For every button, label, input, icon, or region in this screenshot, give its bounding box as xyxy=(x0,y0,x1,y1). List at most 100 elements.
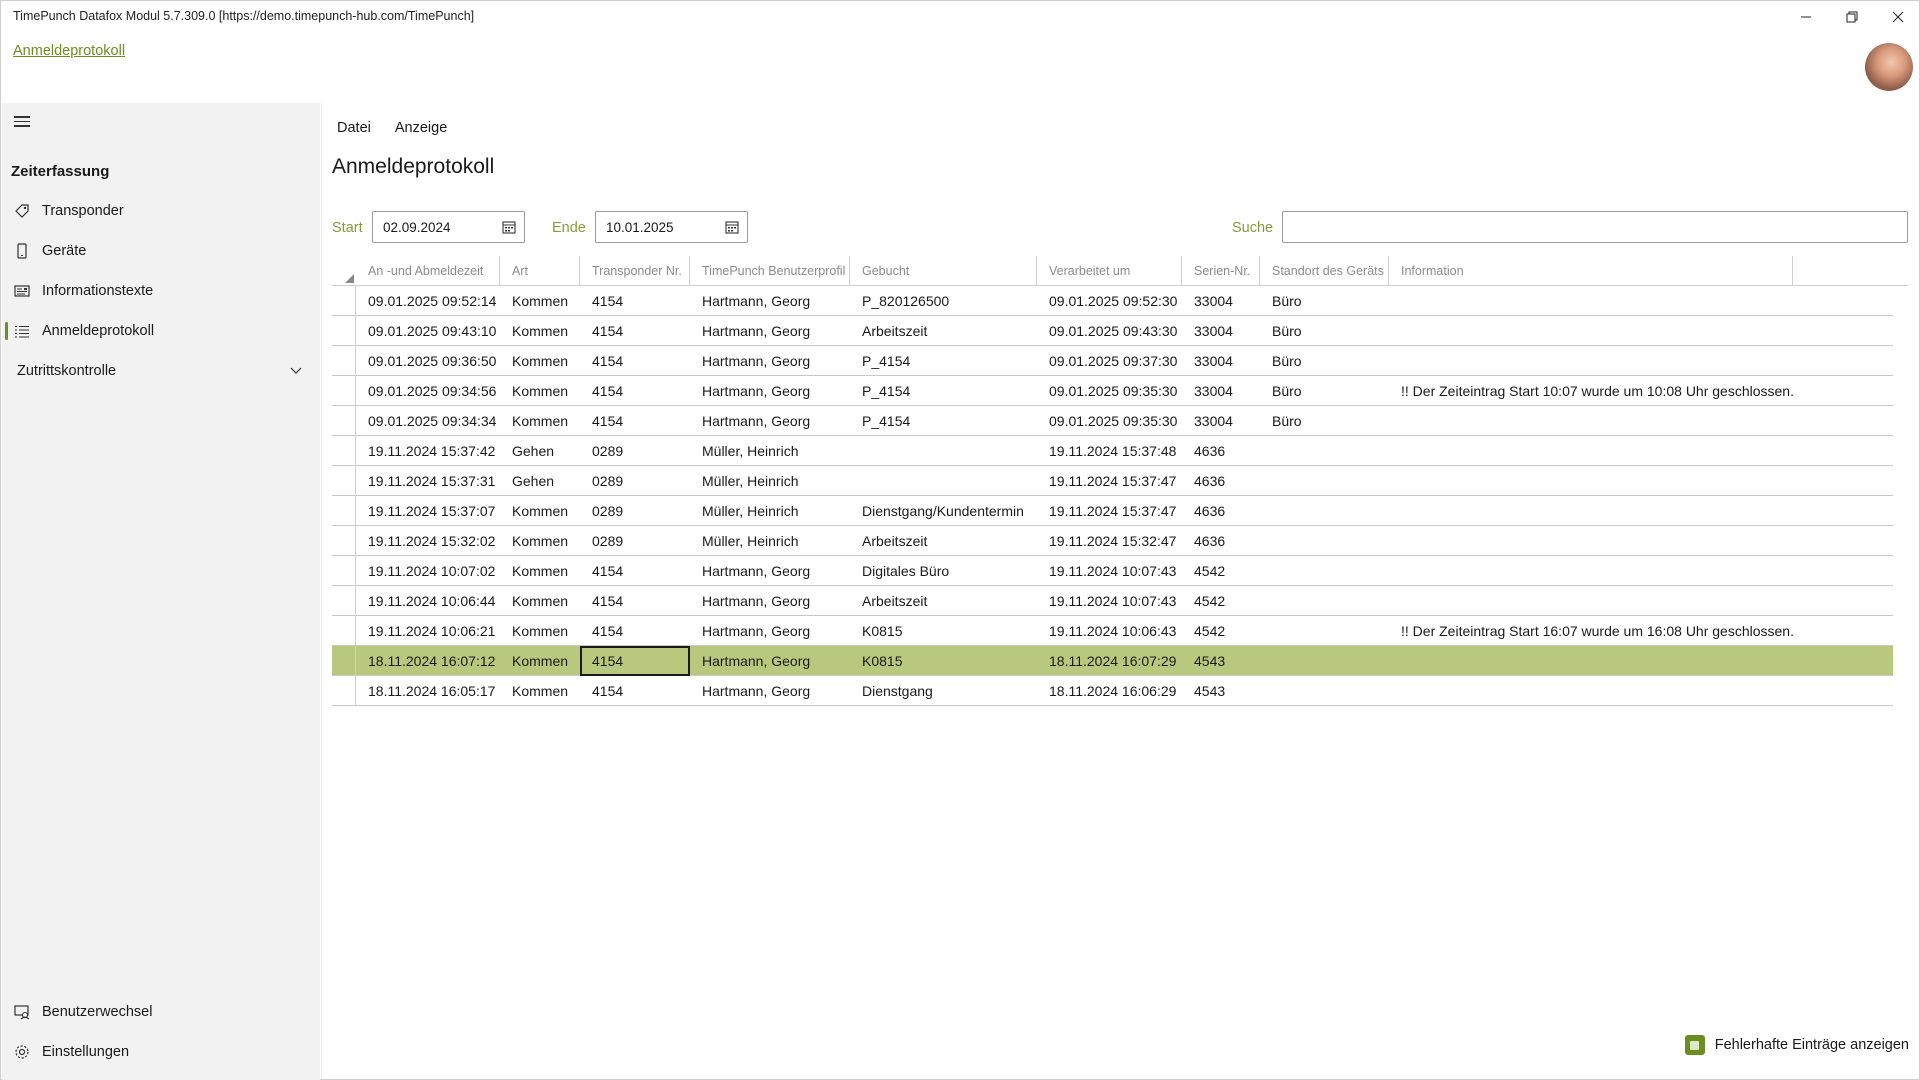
minimize-button[interactable] xyxy=(1783,1,1829,33)
table-cell[interactable]: Hartmann, Georg xyxy=(690,316,850,346)
table-cell[interactable]: 09.01.2025 09:37:30 xyxy=(1037,346,1182,376)
table-cell[interactable]: 09.01.2025 09:43:30 xyxy=(1037,316,1182,346)
table-cell[interactable]: Kommen xyxy=(500,496,580,526)
table-cell[interactable]: Kommen xyxy=(500,286,580,316)
table-cell[interactable]: Hartmann, Georg xyxy=(690,376,850,406)
table-cell[interactable] xyxy=(1389,676,1889,706)
table-cell[interactable]: Büro xyxy=(1260,346,1389,376)
table-cell[interactable]: 18.11.2024 16:07:12 xyxy=(356,646,500,676)
table-cell[interactable]: Kommen xyxy=(500,346,580,376)
column-header[interactable]: TimePunch Benutzerprofil xyxy=(690,256,850,286)
table-cell[interactable]: K0815 xyxy=(850,646,1037,676)
table-cell[interactable]: 4636 xyxy=(1182,496,1260,526)
table-row[interactable]: 09.01.2025 09:52:14 Kommen 4154 Hartmann, G… xyxy=(332,286,1893,316)
table-cell[interactable]: !! Der Zeiteintrag Start 10:07 wurde um … xyxy=(1389,376,1889,406)
table-cell[interactable]: Müller, Heinrich xyxy=(690,436,850,466)
table-cell[interactable]: 4542 xyxy=(1182,556,1260,586)
table-cell[interactable]: 09.01.2025 09:34:34 xyxy=(356,406,500,436)
table-cell[interactable]: P_4154 xyxy=(850,406,1037,436)
row-header[interactable] xyxy=(332,646,356,676)
row-header[interactable] xyxy=(332,346,356,376)
table-cell[interactable]: Hartmann, Georg xyxy=(690,616,850,646)
menu-datei[interactable]: Datei xyxy=(337,120,371,136)
table-cell[interactable]: Dienstgang/Kundentermin xyxy=(850,496,1037,526)
table-row[interactable]: 18.11.2024 16:05:17 Kommen 4154 Hartmann, G… xyxy=(332,676,1893,706)
table-cell[interactable] xyxy=(1260,586,1389,616)
table-cell[interactable]: 19.11.2024 15:37:31 xyxy=(356,466,500,496)
table-cell[interactable]: Kommen xyxy=(500,526,580,556)
table-cell[interactable]: 19.11.2024 10:07:43 xyxy=(1037,556,1182,586)
table-cell[interactable]: Hartmann, Georg xyxy=(690,286,850,316)
error-entries-toggle[interactable]: Fehlerhafte Einträge anzeigen xyxy=(1684,1035,1909,1055)
table-cell[interactable]: 4636 xyxy=(1182,466,1260,496)
table-cell[interactable]: 4636 xyxy=(1182,526,1260,556)
column-header[interactable]: An -und Abmeldezeit xyxy=(356,256,500,286)
table-cell[interactable]: Büro xyxy=(1260,316,1389,346)
row-header[interactable] xyxy=(332,376,356,406)
row-header[interactable] xyxy=(332,586,356,616)
table-row[interactable]: 19.11.2024 15:37:07 Kommen 0289 Müller, Hei… xyxy=(332,496,1893,526)
table-cell[interactable]: 09.01.2025 09:36:50 xyxy=(356,346,500,376)
table-cell[interactable]: 4542 xyxy=(1182,586,1260,616)
close-button[interactable] xyxy=(1875,1,1920,33)
table-cell[interactable]: 19.11.2024 15:37:07 xyxy=(356,496,500,526)
table-cell[interactable]: 4543 xyxy=(1182,646,1260,676)
table-cell[interactable]: 4154 xyxy=(580,616,690,646)
row-header[interactable] xyxy=(332,436,356,466)
table-row[interactable]: 09.01.2025 09:34:56 Kommen 4154 Hartmann, G… xyxy=(332,376,1893,406)
table-cell[interactable]: !! Der Zeiteintrag Start 16:07 wurde um … xyxy=(1389,616,1889,646)
table-row[interactable]: 09.01.2025 09:34:34 Kommen 4154 Hartmann, G… xyxy=(332,406,1893,436)
table-cell[interactable]: 09.01.2025 09:52:14 xyxy=(356,286,500,316)
table-cell[interactable] xyxy=(1389,646,1889,676)
table-cell[interactable] xyxy=(1389,286,1889,316)
table-cell[interactable] xyxy=(1260,526,1389,556)
table-cell[interactable]: 19.11.2024 10:06:43 xyxy=(1037,616,1182,646)
row-header[interactable] xyxy=(332,496,356,526)
table-cell[interactable]: 4154 xyxy=(580,286,690,316)
user-avatar[interactable] xyxy=(1865,43,1913,91)
table-cell[interactable]: 33004 xyxy=(1182,376,1260,406)
table-cell[interactable]: 19.11.2024 10:06:21 xyxy=(356,616,500,646)
table-cell[interactable]: 33004 xyxy=(1182,406,1260,436)
row-header[interactable] xyxy=(332,466,356,496)
table-cell[interactable]: 4154 xyxy=(580,586,690,616)
menu-anzeige[interactable]: Anzeige xyxy=(395,120,447,136)
search-input[interactable] xyxy=(1282,211,1908,243)
table-cell[interactable] xyxy=(1260,556,1389,586)
table-cell[interactable] xyxy=(1389,346,1889,376)
table-cell[interactable] xyxy=(1389,526,1889,556)
table-cell[interactable] xyxy=(1389,496,1889,526)
table-cell[interactable] xyxy=(1389,556,1889,586)
table-cell[interactable] xyxy=(1260,466,1389,496)
table-cell[interactable] xyxy=(850,466,1037,496)
table-cell[interactable]: Dienstgang xyxy=(850,676,1037,706)
end-date-picker[interactable]: 10.01.2025 xyxy=(595,211,748,243)
table-cell[interactable]: Müller, Heinrich xyxy=(690,526,850,556)
column-header[interactable]: Gebucht xyxy=(850,256,1037,286)
table-cell[interactable]: 19.11.2024 10:07:43 xyxy=(1037,586,1182,616)
row-header[interactable] xyxy=(332,526,356,556)
table-cell[interactable]: 4154 xyxy=(580,346,690,376)
table-cell[interactable]: 4542 xyxy=(1182,616,1260,646)
table-cell[interactable] xyxy=(1389,436,1889,466)
table-cell[interactable]: Arbeitszeit xyxy=(850,586,1037,616)
table-cell[interactable]: 18.11.2024 16:06:29 xyxy=(1037,676,1182,706)
table-cell[interactable] xyxy=(1260,496,1389,526)
sidebar-item-geraete[interactable]: Geräte xyxy=(2,232,320,270)
table-cell[interactable]: Gehen xyxy=(500,436,580,466)
table-cell[interactable]: Büro xyxy=(1260,376,1389,406)
table-cell[interactable]: 19.11.2024 15:37:42 xyxy=(356,436,500,466)
table-cell[interactable]: Gehen xyxy=(500,466,580,496)
table-cell[interactable]: Kommen xyxy=(500,406,580,436)
sidebar-group-zutrittskontrolle[interactable]: Zutrittskontrolle xyxy=(2,352,320,390)
table-cell[interactable]: 19.11.2024 15:32:47 xyxy=(1037,526,1182,556)
select-all-corner[interactable] xyxy=(345,274,354,283)
table-row[interactable]: 18.11.2024 16:07:12 Kommen 4154 Hartmann, G… xyxy=(332,646,1893,676)
table-cell[interactable]: Kommen xyxy=(500,556,580,586)
column-header[interactable]: Serien-Nr. xyxy=(1182,256,1260,286)
table-cell[interactable] xyxy=(1389,466,1889,496)
table-cell[interactable]: 0289 xyxy=(580,466,690,496)
table-cell[interactable]: Digitales Büro xyxy=(850,556,1037,586)
table-cell[interactable]: 09.01.2025 09:35:30 xyxy=(1037,406,1182,436)
row-header[interactable] xyxy=(332,616,356,646)
